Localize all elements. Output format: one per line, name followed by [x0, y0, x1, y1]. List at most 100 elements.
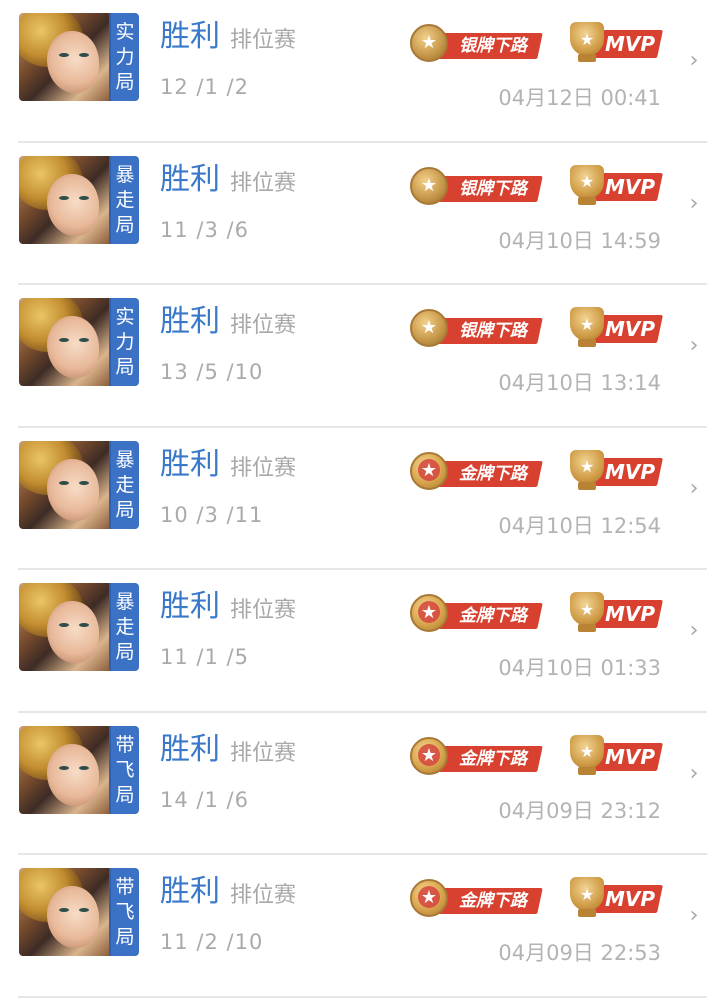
rank-badge: ★ 银牌下路 [406, 22, 546, 66]
rank-badge-label: 金牌下路 [433, 745, 543, 772]
trophy-icon: ★ [570, 449, 604, 484]
hero-portrait [19, 868, 109, 956]
match-time: 04月10日 01:33 [498, 656, 661, 680]
match-type-tag: 暴 走 局 [109, 583, 139, 671]
mvp-badge: ★ MVP [564, 877, 664, 921]
rank-badge-label: 银牌下路 [433, 318, 543, 344]
match-type-char: 带 [115, 733, 135, 756]
match-mode: 排位赛 [230, 740, 297, 766]
match-badges: ★ 金牌下路 ★ MVP [406, 734, 666, 779]
match-badges: ★ 金牌下路 ★ MVP [406, 877, 666, 921]
chevron-right-icon[interactable]: › [683, 477, 705, 500]
match-type-char: 飞 [115, 758, 135, 781]
match-badges: ★ 银牌下路 ★ MVP [406, 164, 666, 209]
hero-portrait [19, 440, 109, 529]
match-type-char: 暴 [115, 448, 135, 471]
trophy-icon: ★ [570, 164, 604, 199]
match-result: 胜利 [160, 731, 220, 767]
medal-icon: ★ [410, 309, 448, 347]
match-row[interactable]: 暴 走 局 胜利 排位赛 10 /3 /11 ★ 金牌下路 ★ MVP 04月1… [18, 428, 707, 570]
rank-badge-label: 银牌下路 [433, 175, 543, 202]
match-time: 04月09日 22:53 [498, 941, 661, 965]
chevron-right-icon[interactable]: › [683, 50, 705, 72]
rank-badge-label: 金牌下路 [433, 603, 543, 629]
match-time: 04月10日 12:54 [498, 513, 661, 538]
match-type-tag: 带 飞 局 [109, 868, 139, 956]
match-mode: 排位赛 [230, 313, 297, 338]
match-type-char: 局 [115, 213, 135, 236]
match-row[interactable]: 暴 走 局 胜利 排位赛 11 /1 /5 ★ 金牌下路 ★ MVP 04月10… [18, 570, 707, 713]
match-row[interactable]: 实 力 局 胜利 排位赛 13 /5 /10 ★ 银牌下路 ★ MVP 04月1… [18, 285, 707, 428]
match-type-char: 局 [115, 356, 135, 378]
match-time: 04月10日 13:14 [498, 371, 661, 395]
match-kda: 13 /5 /10 [160, 360, 264, 384]
chevron-right-icon[interactable]: › [683, 192, 705, 215]
match-mode: 排位赛 [230, 455, 297, 481]
match-type-char: 力 [115, 46, 135, 68]
rank-badge-label: 金牌下路 [433, 888, 543, 914]
match-type-char: 暴 [115, 163, 135, 186]
rank-badge: ★ 银牌下路 [406, 307, 546, 351]
hero-thumbnail: 暴 走 局 [19, 155, 139, 244]
chevron-right-icon[interactable]: › [683, 762, 705, 785]
rank-badge: ★ 金牌下路 [406, 735, 546, 779]
match-kda: 11 /1 /5 [160, 645, 249, 669]
mvp-badge: ★ MVP [564, 734, 664, 779]
match-type-char: 暴 [115, 591, 135, 613]
hero-portrait [19, 583, 109, 671]
hero-portrait [19, 725, 109, 814]
match-type-char: 实 [115, 21, 135, 43]
match-type-char: 力 [115, 331, 135, 353]
rank-badge: ★ 金牌下路 [406, 450, 546, 494]
match-type-char: 带 [115, 876, 135, 898]
match-time: 04月10日 14:59 [498, 228, 661, 253]
match-row[interactable]: 暴 走 局 胜利 排位赛 11 /3 /6 ★ 银牌下路 ★ MVP 04月10… [18, 143, 707, 285]
match-time: 04月12日 00:41 [498, 86, 661, 110]
match-type-char: 实 [115, 306, 135, 328]
match-result: 胜利 [160, 874, 220, 909]
match-row[interactable]: 带 飞 局 胜利 排位赛 14 /1 /6 ★ 金牌下路 ★ MVP 04月09… [18, 713, 707, 855]
rank-badge: ★ 金牌下路 [406, 877, 546, 921]
match-kda: 11 /3 /6 [160, 217, 249, 242]
match-mode: 排位赛 [230, 170, 297, 196]
match-type-tag: 暴 走 局 [109, 155, 139, 244]
hero-portrait [19, 155, 109, 244]
chevron-right-icon[interactable]: › [683, 620, 705, 642]
match-mode: 排位赛 [230, 883, 297, 908]
match-result: 胜利 [160, 304, 220, 339]
medal-icon: ★ [410, 451, 448, 490]
match-kda: 12 /1 /2 [160, 75, 249, 99]
match-result: 胜利 [160, 19, 220, 54]
hero-thumbnail: 带 飞 局 [19, 725, 139, 814]
match-result: 胜利 [160, 446, 220, 482]
rank-badge-label: 金牌下路 [433, 460, 543, 487]
match-badges: ★ 银牌下路 ★ MVP [406, 22, 666, 66]
match-kda: 10 /3 /11 [160, 502, 264, 527]
hero-thumbnail: 暴 走 局 [19, 583, 139, 671]
medal-icon: ★ [410, 736, 448, 775]
match-row[interactable]: 带 飞 局 胜利 排位赛 11 /2 /10 ★ 金牌下路 ★ MVP 04月0… [18, 855, 707, 998]
mvp-badge: ★ MVP [564, 307, 664, 351]
hero-portrait [19, 298, 109, 386]
match-type-char: 飞 [115, 901, 135, 923]
match-type-char: 局 [115, 783, 135, 806]
mvp-badge: ★ MVP [564, 164, 664, 209]
match-badges: ★ 银牌下路 ★ MVP [406, 307, 666, 351]
mvp-badge: ★ MVP [564, 592, 664, 636]
hero-thumbnail: 暴 走 局 [19, 440, 139, 529]
match-type-char: 局 [115, 498, 135, 521]
match-history-list: 实 力 局 胜利 排位赛 12 /1 /2 ★ 银牌下路 ★ MVP 04月12… [0, 0, 725, 998]
match-type-char: 走 [115, 473, 135, 496]
match-mode: 排位赛 [230, 598, 297, 623]
chevron-right-icon[interactable]: › [683, 905, 705, 927]
rank-badge: ★ 金牌下路 [406, 592, 546, 636]
trophy-icon: ★ [570, 734, 604, 769]
hero-thumbnail: 带 飞 局 [19, 868, 139, 956]
hero-thumbnail: 实 力 局 [19, 13, 139, 101]
match-type-char: 走 [115, 188, 135, 211]
match-type-char: 局 [115, 926, 135, 948]
chevron-right-icon[interactable]: › [683, 335, 705, 357]
match-row[interactable]: 实 力 局 胜利 排位赛 12 /1 /2 ★ 银牌下路 ★ MVP 04月12… [18, 0, 707, 143]
match-type-char: 局 [115, 641, 135, 663]
trophy-icon: ★ [570, 592, 604, 626]
